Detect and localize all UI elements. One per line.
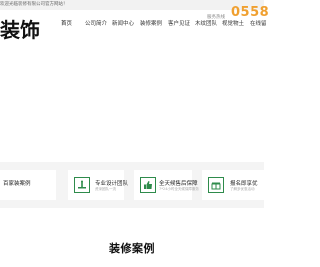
cases-section-title: 装修案例 xyxy=(109,242,155,255)
feature-title: 全天候售后保障 xyxy=(159,181,198,187)
designer-icon xyxy=(74,177,90,193)
top-bar: 欢迎光临装修有限公司官方网站！ xyxy=(0,0,264,10)
nav-item-contact[interactable]: 在线留 xyxy=(250,19,267,27)
feature-subtitle: 资深团队一流 xyxy=(95,187,116,191)
nav-item-cases[interactable]: 装修案例 xyxy=(140,19,162,27)
feature-strip: 百家装案例 专业设计团队 资深团队一流 全天候售后保障 7*24小时全天候保障服… xyxy=(0,162,264,208)
feature-design-team[interactable]: 专业设计团队 资深团队一流 xyxy=(68,170,128,200)
nav-item-testimonials[interactable]: 客户见证 xyxy=(168,19,190,27)
nav-item-news[interactable]: 新闻中心 xyxy=(112,19,134,27)
feature-subtitle: 7*24小时全天候保障服务 xyxy=(159,187,199,191)
feature-cases[interactable]: 百家装案例 xyxy=(0,170,56,200)
nav-item-about[interactable]: 公司简介 xyxy=(85,19,107,27)
nav-item-home[interactable]: 首页 xyxy=(61,19,72,27)
nav-item-team[interactable]: 木纹团队 xyxy=(195,19,217,27)
feature-after-sales[interactable]: 全天候售后保障 7*24小时全天候保障服务 xyxy=(134,170,199,200)
feature-subtitle: 了解多优惠活动 xyxy=(230,187,255,191)
gift-icon xyxy=(208,177,224,193)
hero-banner xyxy=(0,44,264,162)
welcome-text: 欢迎光临装修有限公司官方网站！ xyxy=(0,2,68,7)
feature-title: 百家装案例 xyxy=(3,181,31,187)
thumbs-up-icon xyxy=(140,177,156,193)
main-nav: 首页 公司简介 新闻中心 装修案例 客户见证 木纹团队 视觉物土 在线留 xyxy=(0,17,267,29)
feature-signup[interactable]: 报名即享优 了解多优惠活动 xyxy=(202,170,264,200)
feature-title: 报名即享优 xyxy=(230,181,258,187)
nav-item-materials[interactable]: 视觉物土 xyxy=(222,19,244,27)
feature-title: 专业设计团队 xyxy=(95,181,129,187)
